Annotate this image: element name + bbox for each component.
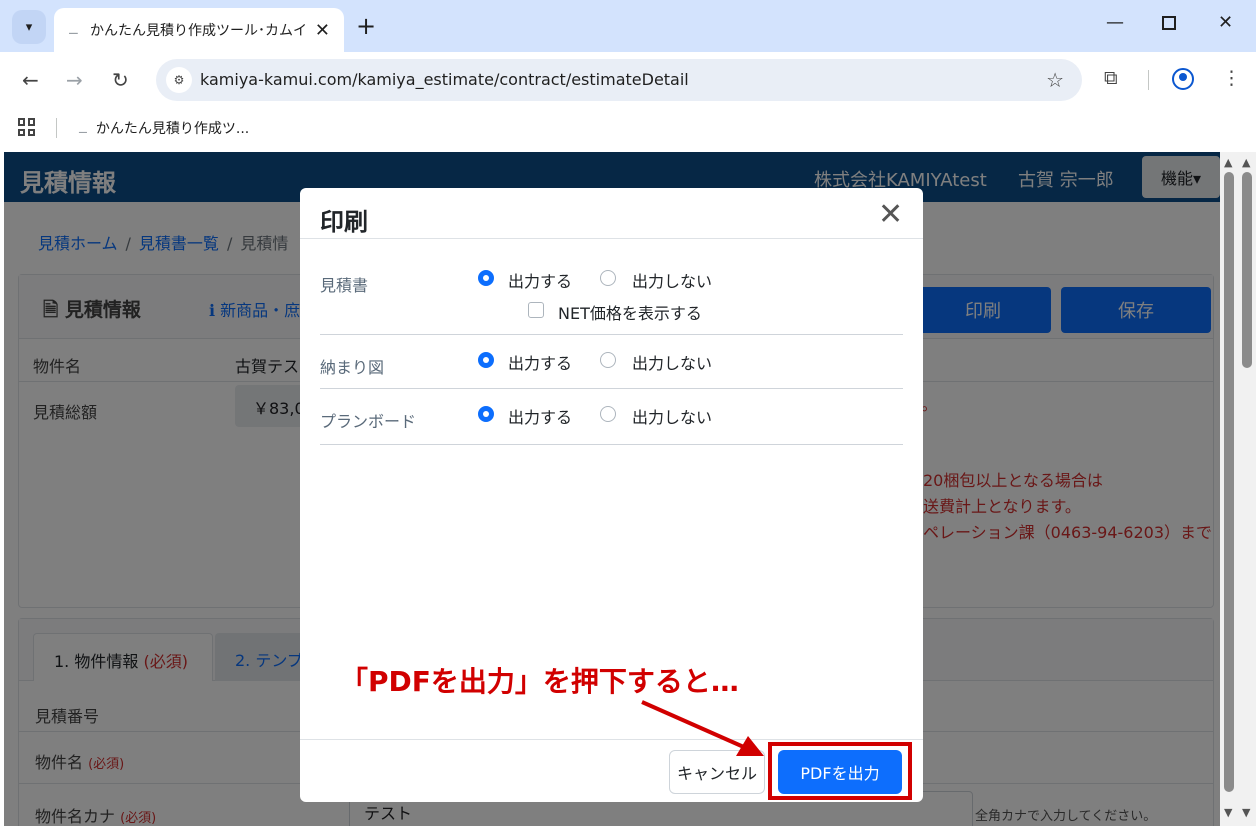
scrollbar-thumb[interactable]	[1242, 172, 1252, 368]
extensions-icon[interactable]: ⧉	[1104, 67, 1118, 89]
option-label-estimate: 見積書	[320, 276, 369, 295]
modal-footer-divider	[300, 739, 923, 740]
annotation-highlight-box	[768, 742, 912, 800]
radio-planboard-no-output[interactable]	[600, 406, 616, 422]
tab-search-button[interactable]: ▾	[12, 10, 46, 44]
radio-planboard-output[interactable]	[478, 406, 494, 422]
bookmarks-separator	[56, 118, 57, 138]
bookmark-star-icon[interactable]: ☆	[1046, 68, 1064, 92]
radio-label[interactable]: 出力する	[508, 268, 572, 292]
window-close-icon[interactable]: ✕	[1218, 12, 1233, 33]
radio-label[interactable]: 出力しない	[632, 404, 712, 428]
option-label-drawing: 納まり図	[320, 358, 385, 377]
browser-tabstrip: ▾ ⚊ かんたん見積り作成ツール･カムイ ✕ + — ✕	[0, 0, 1256, 52]
section-divider	[320, 334, 903, 335]
section-divider	[320, 388, 903, 389]
close-icon[interactable]: ✕	[878, 200, 903, 230]
cancel-button[interactable]: キャンセル	[669, 750, 765, 794]
bookmark-item[interactable]: ⚊ かんたん見積り作成ツ...	[78, 118, 249, 138]
browser-tab[interactable]: ⚊ かんたん見積り作成ツール･カムイ ✕	[54, 8, 344, 52]
option-label-planboard: プランボード	[320, 412, 417, 431]
minimize-icon[interactable]: —	[1106, 12, 1124, 33]
apps-grid-icon[interactable]	[18, 118, 36, 136]
radio-label[interactable]: 出力する	[508, 350, 572, 374]
bookmark-favicon: ⚊	[78, 123, 88, 136]
scroll-up-icon[interactable]: ▲	[1224, 156, 1232, 169]
toolbar-separator	[1148, 70, 1149, 90]
url-text[interactable]: kamiya-kamui.com/kamiya_estimate/contrac…	[200, 70, 689, 89]
site-favicon: ⚊	[68, 23, 79, 37]
menu-dots-icon[interactable]: ⋮	[1222, 67, 1241, 89]
net-price-label[interactable]: NET価格を表示する	[558, 300, 702, 324]
forward-arrow-icon[interactable]: →	[66, 68, 83, 92]
new-tab-button[interactable]: +	[356, 12, 376, 40]
profile-icon[interactable]	[1172, 68, 1194, 90]
radio-drawing-no-output[interactable]	[600, 352, 616, 368]
radio-estimate-no-output[interactable]	[600, 270, 616, 286]
radio-label[interactable]: 出力する	[508, 404, 572, 428]
tab-close-icon[interactable]: ✕	[315, 20, 330, 41]
back-arrow-icon[interactable]: ←	[22, 68, 39, 92]
reload-icon[interactable]: ↻	[112, 68, 129, 92]
browser-toolbar: ← → ↻ ⚙ kamiya-kamui.com/kamiya_estimate…	[0, 52, 1256, 108]
scroll-down-icon[interactable]: ▼	[1224, 806, 1232, 819]
site-info-icon[interactable]: ⚙	[166, 67, 192, 93]
scroll-down-icon[interactable]: ▼	[1242, 806, 1250, 819]
modal-title: 印刷	[320, 208, 368, 236]
net-price-checkbox[interactable]	[528, 302, 544, 318]
print-modal: 印刷 ✕ 見積書 出力する 出力しない NET価格を表示する 納まり図 出力する…	[300, 188, 923, 802]
chevron-down-icon: ▾	[25, 19, 33, 35]
scroll-up-icon[interactable]: ▲	[1242, 156, 1250, 169]
maximize-icon[interactable]	[1162, 16, 1176, 30]
radio-label[interactable]: 出力しない	[632, 268, 712, 292]
bookmarks-bar: ⚊ かんたん見積り作成ツ...	[0, 108, 1256, 152]
address-bar[interactable]: ⚙ kamiya-kamui.com/kamiya_estimate/contr…	[156, 59, 1082, 101]
scrollbar-thumb[interactable]	[1224, 172, 1234, 792]
radio-drawing-output[interactable]	[478, 352, 494, 368]
bookmark-label: かんたん見積り作成ツ...	[95, 121, 250, 137]
section-divider	[320, 444, 903, 445]
radio-label[interactable]: 出力しない	[632, 350, 712, 374]
tab-title: かんたん見積り作成ツール･カムイ	[90, 23, 307, 39]
modal-header-divider	[300, 238, 923, 239]
annotation-callout: 「PDFを出力」を押下すると…	[340, 665, 739, 698]
radio-estimate-output[interactable]	[478, 270, 494, 286]
